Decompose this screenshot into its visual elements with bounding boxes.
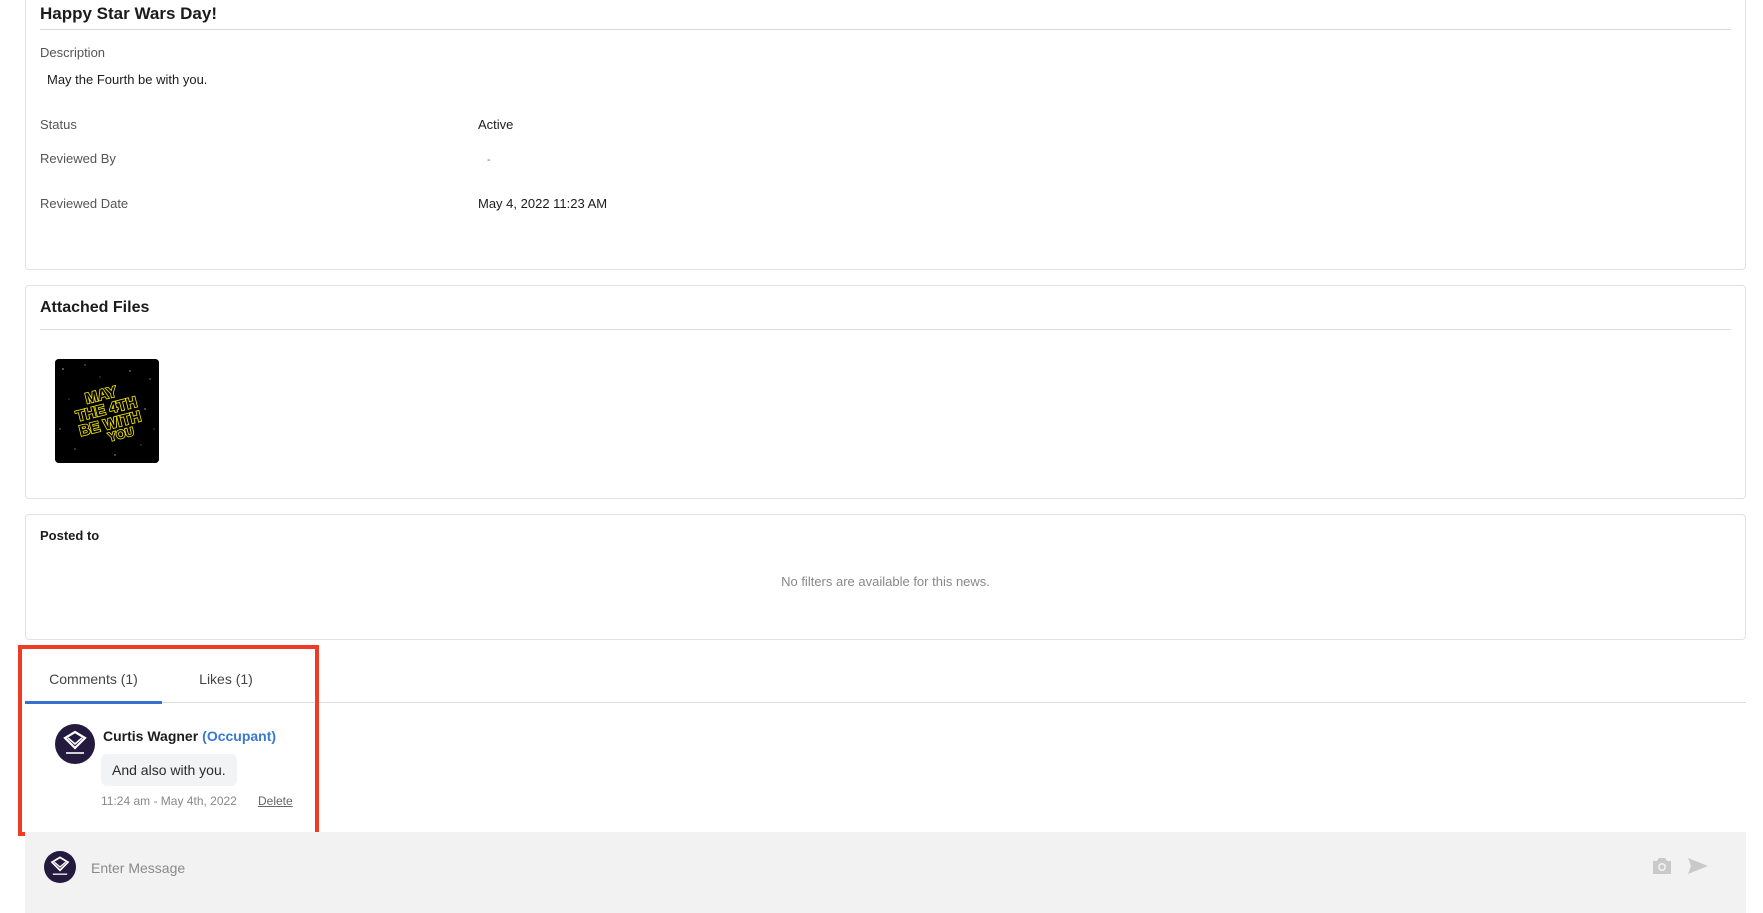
composer-avatar [44,851,76,883]
vts-logo-icon [63,730,87,754]
comment-author-name[interactable]: Curtis Wagner [103,728,198,744]
comment-text: And also with you. [101,754,237,786]
description-label: Description [40,45,106,60]
posted-to-card: Posted to No filters are available for t… [25,514,1746,640]
camera-icon[interactable] [1651,857,1673,880]
vts-logo-icon [50,856,70,875]
attached-files-title: Attached Files [40,299,150,316]
reviewed-date-value: May 4, 2022 11:23 AM [478,196,608,211]
reviewed-date-label: Reviewed Date [40,196,129,211]
comment-delete-link[interactable]: Delete [258,794,293,808]
attached-file-thumbnail[interactable]: MAY THE 4TH BE WITH YOU [55,359,159,463]
title-divider [40,29,1731,30]
message-composer [25,832,1746,913]
comment-author-line: Curtis Wagner (Occupant) [103,728,276,744]
comment-author-role[interactable]: (Occupant) [202,728,276,744]
attached-files-card: Attached Files MAY THE 4TH BE WITH YOU [25,285,1746,499]
comment-timestamp: 11:24 am - May 4th, 2022 [101,794,237,808]
comment-avatar [55,724,95,764]
posted-to-empty-message: No filters are available for this news. [781,574,990,589]
posted-to-title: Posted to [40,528,100,543]
tab-likes[interactable]: Likes (1) [193,654,259,704]
description-text: May the Fourth be with you. [47,72,208,87]
news-details-card: Happy Star Wars Day! Description May the… [25,0,1746,270]
star-wars-image: MAY THE 4TH BE WITH YOU [55,359,159,463]
status-value: Active [478,117,514,132]
status-label: Status [40,117,77,132]
message-input[interactable] [89,852,1593,884]
tabs-divider [25,702,1746,703]
comments-likes-tabs: Comments (1) Likes (1) [25,654,1746,704]
news-title: Happy Star Wars Day! [40,4,217,23]
reviewed-by-label: Reviewed By [40,151,116,166]
tab-comments[interactable]: Comments (1) [25,654,162,704]
files-divider [40,329,1731,330]
send-icon[interactable] [1687,857,1709,880]
reviewed-by-value[interactable]: - [487,154,491,166]
